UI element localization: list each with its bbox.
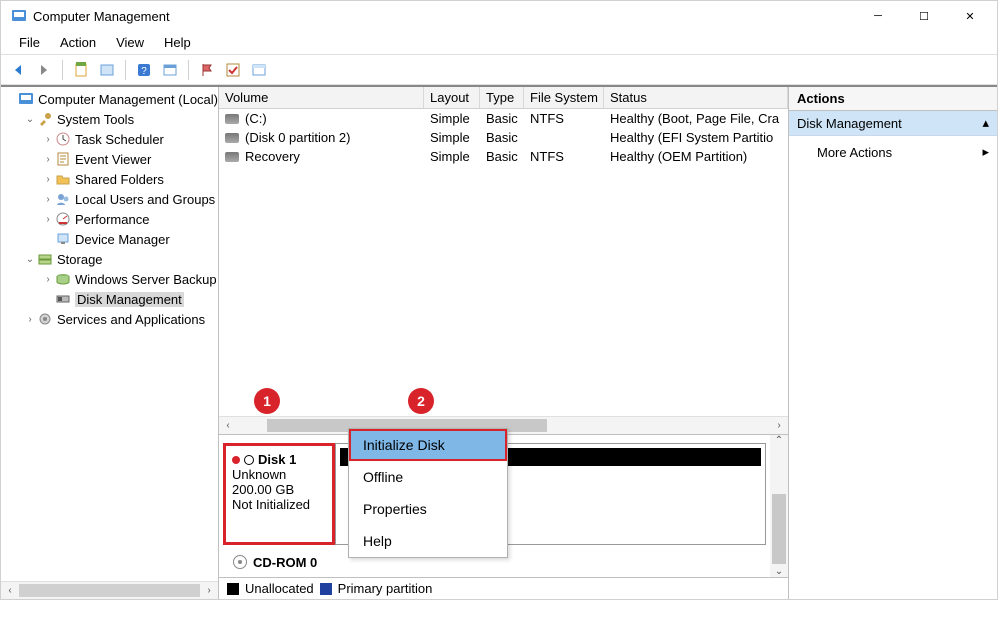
tree-expander[interactable]: › [41,154,55,165]
menu-view[interactable]: View [106,33,154,52]
disk1-info-box[interactable]: Disk 1 Unknown 200.00 GB Not Initialized [223,443,335,545]
help-icon[interactable]: ? [133,59,155,81]
tree-item-device-manager[interactable]: Device Manager [1,229,218,249]
col-type[interactable]: Type [480,87,524,108]
forward-button[interactable] [33,59,55,81]
window-title: Computer Management [33,9,855,24]
volume-header-row: Volume Layout Type File System Status [219,87,788,109]
menubar: File Action View Help [1,31,997,55]
tree-item-performance[interactable]: ›Performance [1,209,218,229]
col-status[interactable]: Status [604,87,788,108]
chevron-right-icon: ▸ [982,144,989,160]
tree-expander[interactable]: › [23,314,37,325]
disk-vscrollbar[interactable]: ⌃ ⌄ [770,435,788,577]
swatch-unallocated [227,583,239,595]
tree-item-windows-server-backup[interactable]: ›Windows Server Backup [1,269,218,289]
back-button[interactable] [7,59,29,81]
sched-icon [55,131,71,147]
context-initialize-disk[interactable]: Initialize Disk [349,429,507,461]
volume-icon [225,114,239,124]
tree-item-storage[interactable]: ⌄Storage [1,249,218,269]
perf-icon [55,211,71,227]
annotation-2: 2 [408,388,434,414]
mmc-icon [18,91,34,107]
tree-item-disk-management[interactable]: Disk Management [1,289,218,309]
volume-row[interactable]: (C:)SimpleBasicNTFSHealthy (Boot, Page F… [219,109,788,128]
tree-expander[interactable]: › [41,134,55,145]
menu-action[interactable]: Action [50,33,106,52]
cdrom-icon [233,555,247,569]
tree-item-shared-folders[interactable]: ›Shared Folders [1,169,218,189]
volume-row[interactable]: RecoverySimpleBasicNTFSHealthy (OEM Part… [219,147,788,166]
toolbar-window-icon[interactable] [248,59,270,81]
tree-expander[interactable]: › [41,194,55,205]
col-volume[interactable]: Volume [219,87,424,108]
tree-item-computer-management-local-[interactable]: Computer Management (Local) [1,89,218,109]
tree-item-event-viewer[interactable]: ›Event Viewer [1,149,218,169]
col-filesystem[interactable]: File System [524,87,604,108]
close-button[interactable]: ✕ [947,1,993,31]
actions-more[interactable]: More Actions ▸ [789,136,997,164]
devmgr-icon [55,231,71,247]
tree-expander[interactable]: ⌄ [23,254,37,265]
tree: Computer Management (Local)⌄System Tools… [1,87,218,581]
legend: Unallocated Primary partition [219,577,788,599]
menu-help[interactable]: Help [154,33,201,52]
tree-expander[interactable]: › [41,274,55,285]
folder-icon [55,171,71,187]
toolbar-panel-icon[interactable] [96,59,118,81]
tree-hscrollbar[interactable]: ‹› [1,581,218,599]
storage-icon [37,251,53,267]
tree-item-services-and-applications[interactable]: ›Services and Applications [1,309,218,329]
users-icon [55,191,71,207]
actions-pane: Actions Disk Management ▴ More Actions ▸ [789,87,997,599]
volume-icon [225,152,239,162]
swatch-primary [320,583,332,595]
context-help[interactable]: Help [349,525,507,557]
tools-icon [37,111,53,127]
alert-icon [232,456,240,464]
tree-item-system-tools[interactable]: ⌄System Tools [1,109,218,129]
titlebar: Computer Management ─ ☐ ✕ [1,1,997,31]
diskmgmt-icon [55,291,71,307]
backup-icon [55,271,71,287]
svg-text:?: ? [141,66,147,77]
annotation-1: 1 [254,388,280,414]
toolbar-check-icon[interactable] [222,59,244,81]
services-icon [37,311,53,327]
menu-file[interactable]: File [9,33,50,52]
maximize-button[interactable]: ☐ [901,1,947,31]
collapse-icon: ▴ [982,115,989,131]
toolbar-doc-icon[interactable] [70,59,92,81]
col-layout[interactable]: Layout [424,87,480,108]
app-icon [11,8,27,24]
tree-expander[interactable]: › [41,174,55,185]
disk-context-menu: Initialize Disk Offline Properties Help [348,428,508,558]
toolbar: ? [1,55,997,85]
context-offline[interactable]: Offline [349,461,507,493]
toolbar-calendar-icon[interactable] [159,59,181,81]
tree-item-local-users-and-groups[interactable]: ›Local Users and Groups [1,189,218,209]
volume-list: Volume Layout Type File System Status (C… [219,87,788,166]
actions-title: Actions [789,87,997,111]
minimize-button[interactable]: ─ [855,1,901,31]
tree-expander[interactable]: › [41,214,55,225]
toolbar-flag-icon[interactable] [196,59,218,81]
tree-item-task-scheduler[interactable]: ›Task Scheduler [1,129,218,149]
tree-expander[interactable]: ⌄ [23,114,37,125]
tree-pane: Computer Management (Local)⌄System Tools… [1,87,219,599]
volume-icon [225,133,239,143]
event-icon [55,151,71,167]
context-properties[interactable]: Properties [349,493,507,525]
actions-node-diskmgmt[interactable]: Disk Management ▴ [789,111,997,136]
volume-row[interactable]: (Disk 0 partition 2)SimpleBasicHealthy (… [219,128,788,147]
